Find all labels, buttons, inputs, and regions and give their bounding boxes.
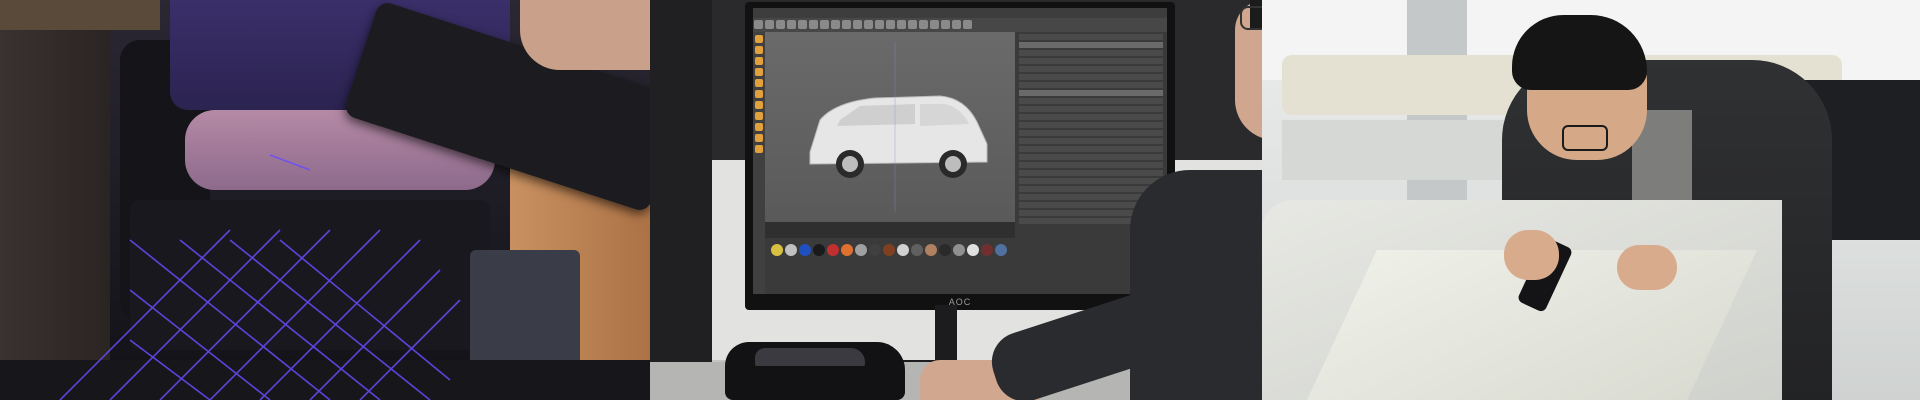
3d-viewport [765, 32, 1015, 222]
material-swatch [771, 244, 783, 256]
material-swatch [869, 244, 881, 256]
engineer-left-hand [1617, 245, 1677, 290]
material-swatch [883, 244, 895, 256]
tool-palette [753, 32, 765, 294]
3d-software-screen [753, 8, 1167, 294]
material-swatch [939, 244, 951, 256]
timeline [765, 222, 1015, 238]
menu-bar [753, 8, 1167, 18]
material-swatch [925, 244, 937, 256]
material-swatch [897, 244, 909, 256]
material-swatch [785, 244, 797, 256]
scale-model-window [755, 348, 865, 366]
material-swatch [967, 244, 979, 256]
material-swatch [813, 244, 825, 256]
modeling-workstation-photo: AOC [650, 0, 1290, 400]
material-swatch [827, 244, 839, 256]
material-swatch [981, 244, 993, 256]
computer-monitor: AOC [745, 2, 1175, 310]
material-manager [765, 238, 1015, 294]
toolbar [753, 18, 1167, 32]
engineer-scanning-photo [1262, 0, 1920, 400]
material-swatch [841, 244, 853, 256]
material-swatch [995, 244, 1007, 256]
engineer-glasses [1562, 125, 1608, 151]
material-swatch [799, 244, 811, 256]
dark-pillar [650, 0, 712, 400]
monitor-stand [935, 305, 957, 365]
material-swatch [855, 244, 867, 256]
material-swatch [953, 244, 965, 256]
hero-banner: AOC [0, 0, 1920, 400]
material-swatch [911, 244, 923, 256]
engineer-right-hand [1504, 230, 1559, 280]
van-model-icon [809, 42, 988, 212]
seat-scanning-photo [0, 0, 700, 400]
